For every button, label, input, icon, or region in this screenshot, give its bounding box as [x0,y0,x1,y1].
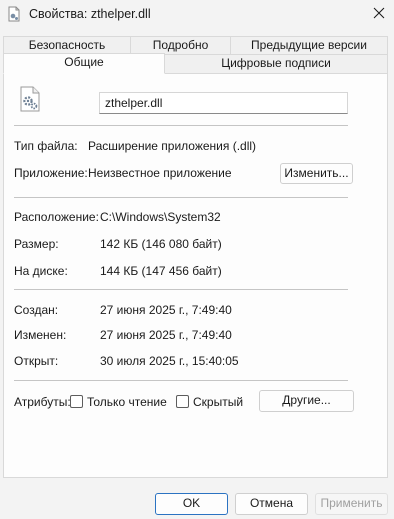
separator [14,380,348,381]
disk-size-value: 144 КБ (147 456 байт) [100,264,222,278]
modified-value: 27 июня 2025 г., 7:49:40 [100,328,232,342]
opened-value: 30 июля 2025 г., 15:40:05 [100,354,239,368]
app-label: Приложение: [14,166,88,180]
cancel-button[interactable]: Отмена [235,493,308,515]
close-button[interactable] [364,0,394,26]
file-properties-icon [6,6,22,22]
close-icon [373,7,385,19]
tab-general[interactable]: Общие [3,53,165,74]
ok-button[interactable]: OK [155,493,228,515]
change-button[interactable]: Изменить... [280,163,353,184]
file-name-input[interactable] [99,92,348,114]
window-title: Свойства: zthelper.dll [29,7,151,21]
hidden-label[interactable]: Скрытый [193,395,243,410]
separator [14,125,348,126]
tab-digital-signatures[interactable]: Цифровые подписи [164,54,388,74]
size-value: 142 КБ (146 080 байт) [100,237,222,251]
app-value: Неизвестное приложение [88,166,232,180]
dll-file-icon [18,86,42,112]
attributes-label: Атрибуты: [14,395,71,409]
readonly-checkbox[interactable] [70,395,83,408]
file-type-value: Расширение приложения (.dll) [88,139,257,153]
location-value: C:\Windows\System32 [100,210,221,224]
separator [14,197,348,198]
apply-button[interactable]: Применить [315,493,388,515]
created-value: 27 июня 2025 г., 7:49:40 [100,303,232,317]
disk-size-label: На диске: [14,264,68,278]
readonly-label[interactable]: Только чтение [87,395,167,410]
hidden-checkbox[interactable] [176,395,189,408]
properties-dialog: Свойства: zthelper.dll Безопасность Подр… [0,0,394,519]
tab-previous-versions[interactable]: Предыдущие версии [230,36,388,55]
modified-label: Изменен: [14,328,67,342]
size-label: Размер: [14,237,59,251]
file-type-label: Тип файла: [14,139,78,153]
title-bar: Свойства: zthelper.dll [0,0,394,30]
location-label: Расположение: [14,210,99,224]
advanced-attributes-button[interactable]: Другие... [259,390,354,412]
created-label: Создан: [14,303,59,317]
opened-label: Открыт: [14,354,59,368]
separator [14,289,348,290]
